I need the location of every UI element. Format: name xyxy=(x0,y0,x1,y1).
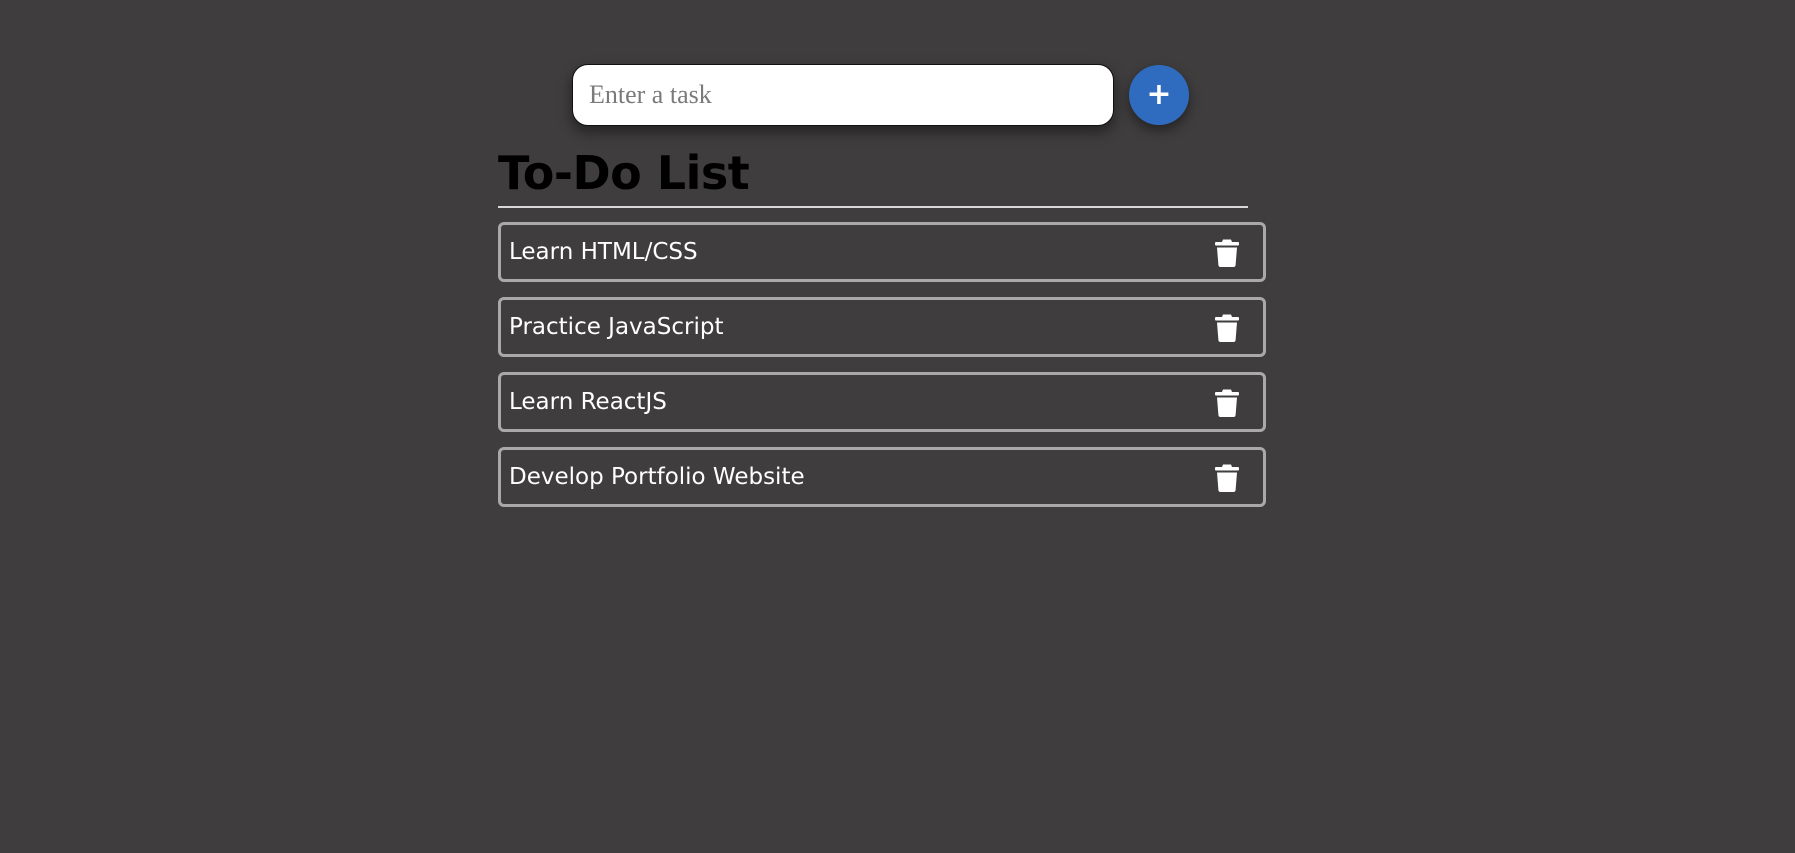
trash-icon xyxy=(1215,239,1239,267)
todo-list-section: To-Do List Learn HTML/CSS Practice JavaS… xyxy=(498,140,1266,522)
task-label: Practice JavaScript xyxy=(509,314,724,340)
task-label: Learn ReactJS xyxy=(509,389,667,415)
task-label: Learn HTML/CSS xyxy=(509,239,698,265)
task-input[interactable] xyxy=(572,64,1114,126)
todo-app: + To-Do List Learn HTML/CSS Practice Jav… xyxy=(0,0,1795,853)
trash-icon xyxy=(1215,314,1239,342)
task-item: Practice JavaScript xyxy=(498,297,1266,357)
delete-task-button[interactable] xyxy=(1211,460,1243,494)
add-task-button[interactable]: + xyxy=(1129,65,1189,125)
delete-task-button[interactable] xyxy=(1211,235,1243,269)
trash-icon xyxy=(1215,464,1239,492)
task-label: Develop Portfolio Website xyxy=(509,464,805,490)
delete-task-button[interactable] xyxy=(1211,310,1243,344)
task-item: Learn HTML/CSS xyxy=(498,222,1266,282)
task-list: Learn HTML/CSS Practice JavaScript Learn… xyxy=(498,222,1266,507)
task-item: Learn ReactJS xyxy=(498,372,1266,432)
task-input-row: + xyxy=(572,64,1189,126)
page-title: To-Do List xyxy=(498,140,1248,208)
task-item: Develop Portfolio Website xyxy=(498,447,1266,507)
delete-task-button[interactable] xyxy=(1211,385,1243,419)
trash-icon xyxy=(1215,389,1239,417)
